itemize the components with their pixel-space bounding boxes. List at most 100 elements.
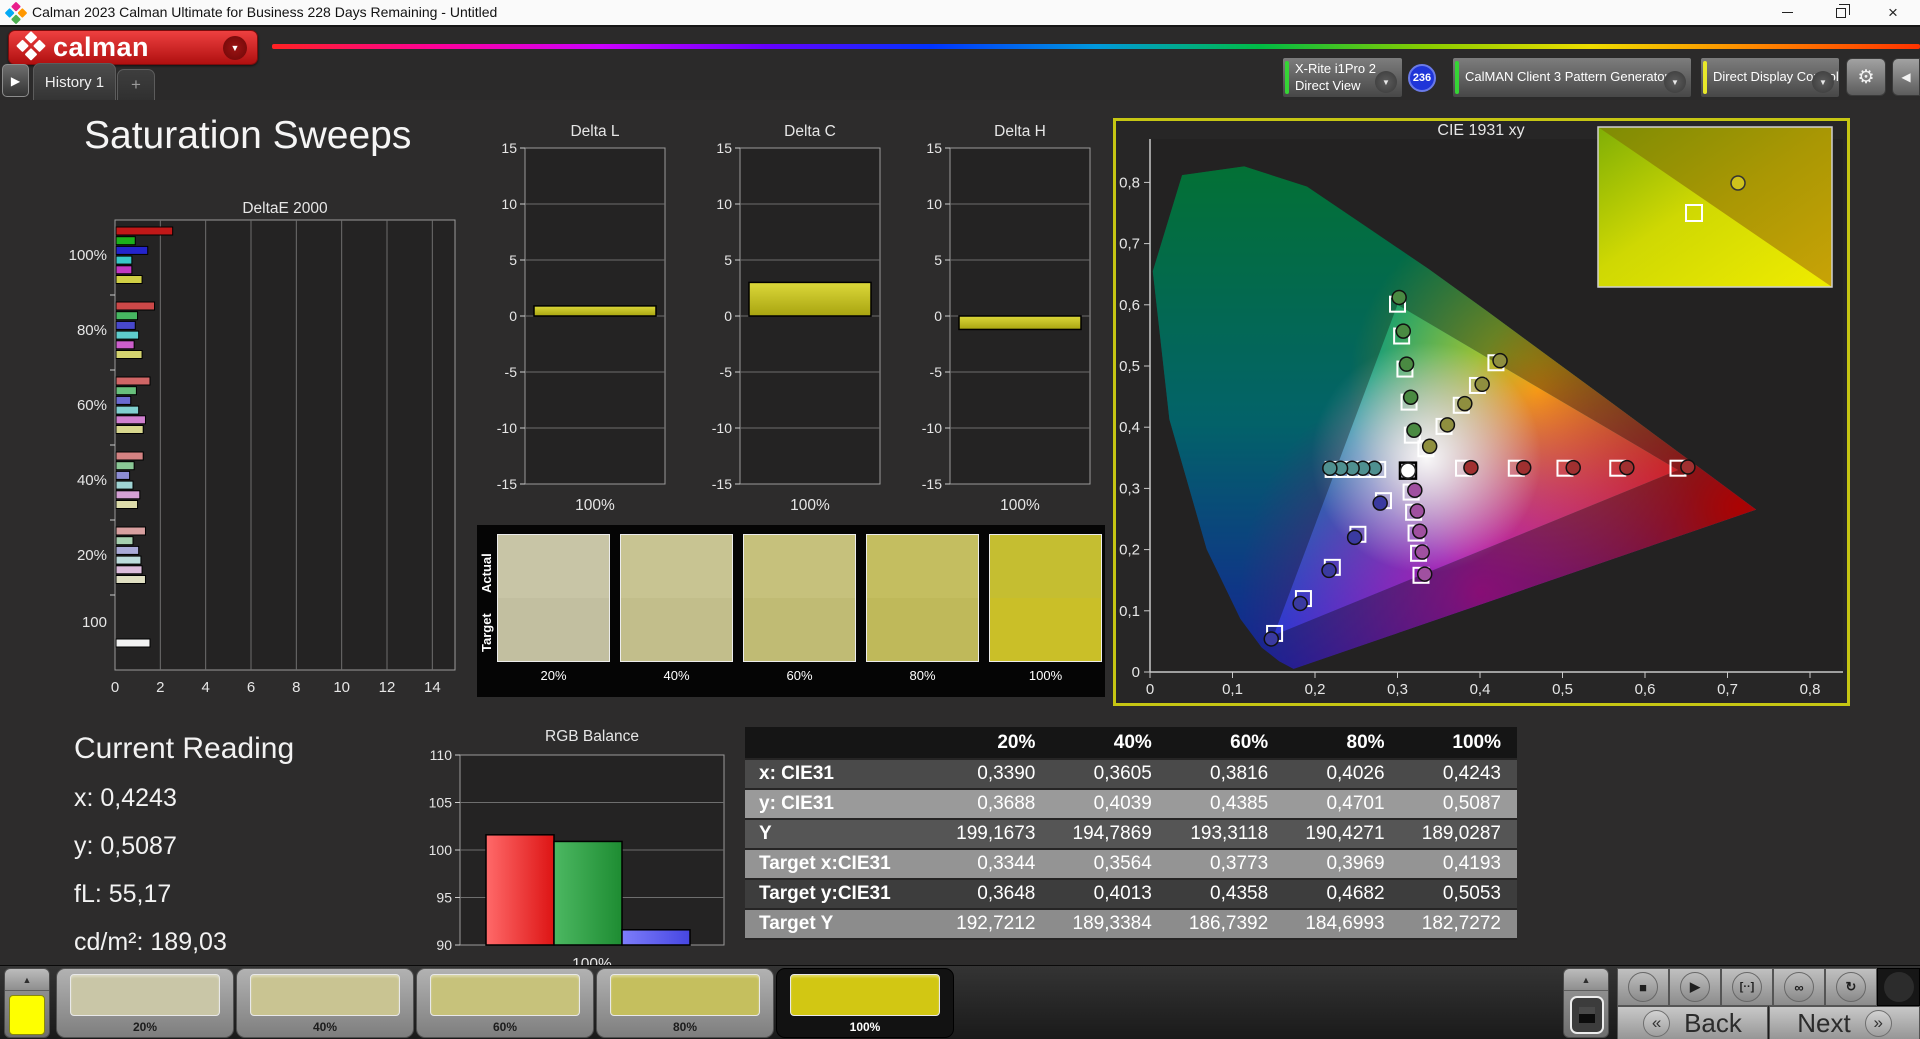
table-header-cell: 100% — [1400, 727, 1517, 760]
next-chevrons-icon: » — [1864, 1009, 1892, 1037]
next-button[interactable]: Next » — [1769, 1006, 1920, 1039]
current-pattern-chip[interactable] — [9, 995, 45, 1035]
svg-text:100: 100 — [82, 614, 107, 631]
svg-text:-10: -10 — [497, 420, 517, 436]
svg-text:-15: -15 — [922, 476, 942, 492]
table-cell: 182,7272 — [1400, 909, 1517, 940]
settings-button[interactable]: ⚙ — [1846, 58, 1886, 96]
meter-dropdown-label: X-Rite i1Pro 2 Direct View — [1295, 61, 1376, 93]
svg-text:0: 0 — [111, 679, 119, 696]
table-header-cell: 80% — [1284, 727, 1401, 760]
svg-text:-10: -10 — [712, 420, 732, 436]
rainbow-strip — [272, 44, 1920, 49]
refresh-icon: ↻ — [1836, 972, 1866, 1002]
svg-text:0,5: 0,5 — [1552, 681, 1573, 698]
footer-pattern-label: 40% — [312, 1020, 338, 1034]
panel-expander-button[interactable]: ▶ — [2, 64, 29, 97]
table-row-label: Y — [745, 819, 935, 850]
pattern-panel-up-button[interactable]: ▲ — [5, 969, 49, 991]
svg-text:14: 14 — [424, 679, 441, 696]
rgb-balance-chart: RGB Balance 110 105 100 95 90 100% — [429, 728, 725, 965]
refresh-button[interactable]: ↻ — [1825, 968, 1877, 1006]
svg-text:0,4: 0,4 — [1119, 419, 1140, 436]
svg-text:4: 4 — [201, 679, 209, 696]
table-row: Y 199,1673 194,7869 193,3118 190,4271 189,028… — [745, 819, 1517, 850]
svg-text:0,7: 0,7 — [1119, 236, 1140, 253]
svg-text:60%: 60% — [77, 397, 107, 414]
minimize-button[interactable] — [1764, 0, 1810, 25]
continuous-button[interactable]: ∞ — [1773, 968, 1825, 1006]
calman-logo-text: calman — [53, 32, 150, 62]
swatch-target — [621, 598, 732, 661]
footer-pattern-button-40%[interactable]: 40% — [236, 968, 414, 1038]
footer-pattern-swatch — [430, 974, 580, 1016]
table-cell: 0,4013 — [1051, 879, 1168, 910]
svg-text:40%: 40% — [77, 472, 107, 489]
display-caret-icon: ▼ — [1812, 71, 1834, 93]
delta-c-chart: Delta C 15 10 5 0 -5 -10 -15 100% — [712, 123, 881, 514]
svg-text:90: 90 — [436, 937, 452, 953]
table-row-label: x: CIE31 — [745, 759, 935, 790]
tab-add-button[interactable]: + — [117, 69, 155, 100]
close-button[interactable]: × — [1870, 0, 1916, 25]
swatch-60% — [743, 534, 856, 662]
table-cell: 0,5053 — [1400, 879, 1517, 910]
calman-menu-button[interactable]: calman ▼ — [8, 30, 258, 65]
svg-text:10: 10 — [333, 679, 350, 696]
footer-pattern-button-60%[interactable]: 60% — [416, 968, 594, 1038]
back-chevrons-icon: « — [1643, 1009, 1671, 1037]
deltae2000-chart: DeltaE 2000 0 2 4 6 8 10 12 14 100% 80% 60% 40% 20% 10… — [69, 200, 456, 696]
table-header-cell: 40% — [1051, 727, 1168, 760]
header: calman ▼ ▶ History 1 + X-Rite i1Pro 2 Dir… — [0, 27, 1920, 100]
tab-history-1[interactable]: History 1 — [33, 63, 116, 100]
footer-pattern-button-100%[interactable]: 100% — [776, 968, 954, 1038]
meter-count-badge[interactable]: 236 — [1408, 64, 1436, 92]
svg-text:5: 5 — [509, 252, 517, 268]
cie-1931-chart: CIE 1931 xy 0 0,1 0,2 0,3 0,4 0,5 0,6 0,7 0,8 0 0,1… — [1119, 122, 1843, 698]
table-row-label: Target x:CIE31 — [745, 849, 935, 880]
transport-panel-up-button[interactable]: ▲ — [1564, 969, 1608, 991]
table-cell: 0,3564 — [1051, 849, 1168, 880]
play-button[interactable]: ▶ — [1669, 968, 1721, 1006]
current-reading-value: y: 0,5087 — [74, 832, 177, 860]
display-control-dropdown[interactable]: Direct Display Control ▼ — [1700, 57, 1840, 98]
pattern-window-button[interactable]: [··] — [1721, 968, 1773, 1006]
swatch-actual — [744, 535, 855, 598]
restore-icon — [1836, 3, 1850, 18]
svg-text:20%: 20% — [77, 547, 107, 564]
svg-text:100%: 100% — [575, 497, 615, 514]
swatch-row-label-actual: Actual — [479, 553, 494, 593]
collapse-panel-button[interactable]: ◀ — [1892, 58, 1920, 96]
svg-text:Delta H: Delta H — [994, 123, 1046, 140]
svg-text:0,5: 0,5 — [1119, 358, 1140, 375]
continuous-icon: ∞ — [1784, 972, 1814, 1002]
svg-text:0: 0 — [1132, 664, 1140, 681]
svg-text:5: 5 — [934, 252, 942, 268]
svg-text:Delta C: Delta C — [784, 123, 836, 140]
table-header-cell: 60% — [1167, 727, 1285, 760]
svg-text:95: 95 — [436, 890, 452, 906]
svg-text:0,2: 0,2 — [1119, 542, 1140, 559]
source-dropdown-label: CalMAN Client 3 Pattern Generator — [1465, 69, 1669, 85]
stop-button[interactable]: ■ — [1617, 968, 1669, 1006]
meter-status-strip — [1285, 61, 1289, 94]
table-cell: 0,4385 — [1167, 789, 1285, 820]
svg-text:100%: 100% — [790, 497, 830, 514]
source-dropdown[interactable]: CalMAN Client 3 Pattern Generator ▼ — [1452, 57, 1692, 98]
footer-pattern-button-80%[interactable]: 80% — [596, 968, 774, 1038]
blank-pattern-button[interactable] — [1570, 996, 1604, 1034]
restore-button[interactable] — [1818, 0, 1864, 25]
svg-text:CIE 1931 xy: CIE 1931 xy — [1437, 122, 1524, 139]
table-cell: 199,1673 — [935, 819, 1052, 850]
table-cell: 0,5087 — [1400, 789, 1517, 820]
current-reading-value: cd/m²: 189,03 — [74, 928, 227, 956]
table-cell: 0,4358 — [1167, 879, 1285, 910]
meter-dropdown[interactable]: X-Rite i1Pro 2 Direct View ▼ — [1282, 57, 1403, 98]
back-button[interactable]: « Back — [1617, 1006, 1768, 1039]
footer-pattern-swatch — [610, 974, 760, 1016]
footer-pattern-button-20%[interactable]: 20% — [56, 968, 234, 1038]
source-caret-icon: ▼ — [1664, 71, 1686, 93]
svg-text:-10: -10 — [922, 420, 942, 436]
source-status-strip — [1455, 61, 1459, 94]
svg-text:DeltaE 2000: DeltaE 2000 — [242, 200, 328, 217]
